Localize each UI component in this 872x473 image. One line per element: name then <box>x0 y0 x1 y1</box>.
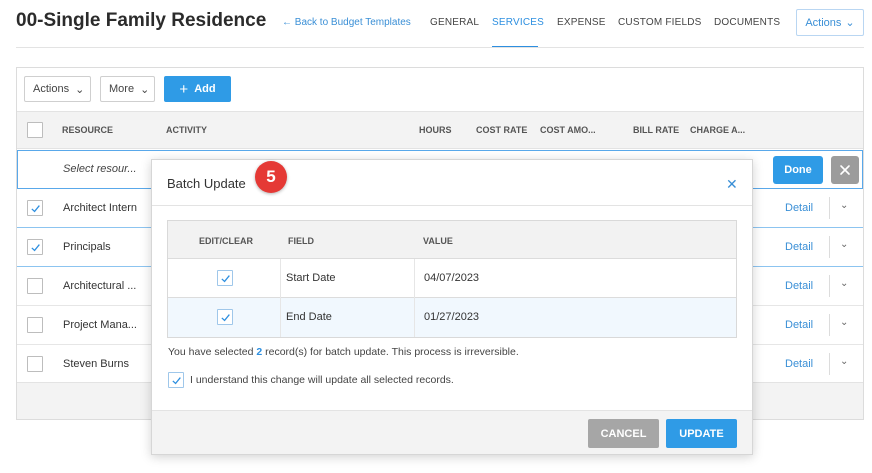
detail-link[interactable]: Detail <box>785 280 813 292</box>
tab-custom-fields[interactable]: CUSTOM FIELDS <box>618 17 702 28</box>
column-header-cost-amount[interactable]: COST AMO... <box>540 125 596 135</box>
cancel-edit-button[interactable] <box>831 156 859 184</box>
resource-name: Steven Burns <box>63 358 130 370</box>
acknowledge-label: I understand this change will update all… <box>190 374 454 386</box>
back-link-label: Back to Budget Templates <box>294 17 411 28</box>
add-button-label: Add <box>194 83 216 95</box>
row-checkbox[interactable] <box>27 278 43 294</box>
more-dropdown[interactable]: More ⌄ <box>100 76 155 102</box>
checkmark-icon <box>30 243 40 251</box>
column-header-activity[interactable]: ACTIVITY <box>166 125 207 135</box>
column-header-edit-clear: EDIT/CLEAR <box>199 236 253 246</box>
modal-title: Batch Update <box>167 176 246 191</box>
close-icon <box>840 165 850 175</box>
column-header-field: FIELD <box>288 236 314 246</box>
select-all-checkbox[interactable] <box>27 122 43 138</box>
resource-name: Project Mana... <box>63 319 137 331</box>
resource-select-input[interactable]: Select resour... <box>63 163 137 175</box>
column-divider <box>280 259 281 337</box>
tab-general[interactable]: GENERAL <box>430 17 479 28</box>
resource-name: Principals <box>63 241 111 253</box>
checkmark-icon <box>171 376 181 384</box>
tab-documents[interactable]: DOCUMENTS <box>714 17 780 28</box>
detail-link[interactable]: Detail <box>785 319 813 331</box>
row-action-divider <box>829 236 830 258</box>
modal-header-divider <box>152 205 752 206</box>
column-header-charge-amount[interactable]: CHARGE A... <box>690 125 745 135</box>
checkmark-icon <box>220 274 230 282</box>
field-name: Start Date <box>286 272 336 284</box>
field-name: End Date <box>286 311 332 323</box>
column-header-value: VALUE <box>423 236 453 246</box>
tab-services[interactable]: SERVICES <box>492 17 544 28</box>
row-checkbox[interactable] <box>27 356 43 372</box>
date-value-input[interactable]: 01/27/2023 <box>424 311 479 323</box>
back-to-budget-templates-link[interactable]: ← Back to Budget Templates <box>282 17 411 28</box>
tab-expense[interactable]: EXPENSE <box>557 17 606 28</box>
date-value-input[interactable]: 04/07/2023 <box>424 272 479 284</box>
step-badge: 5 <box>255 161 287 193</box>
checkmark-icon <box>30 204 40 212</box>
add-button[interactable]: + Add <box>164 76 231 102</box>
column-header-resource[interactable]: RESOURCE <box>62 125 113 135</box>
info-suffix: record(s) for batch update. This process… <box>262 346 519 358</box>
detail-link[interactable]: Detail <box>785 358 813 370</box>
detail-link[interactable]: Detail <box>785 241 813 253</box>
checkmark-icon <box>220 313 230 321</box>
header-actions-label: Actions <box>805 16 842 29</box>
batch-info-text: You have selected 2 record(s) for batch … <box>168 346 519 358</box>
chevron-down-icon[interactable]: ⌄ <box>840 200 848 211</box>
row-checkbox[interactable] <box>27 239 43 255</box>
chevron-down-icon: ⌄ <box>845 17 855 29</box>
row-action-divider <box>829 314 830 336</box>
row-checkbox[interactable] <box>27 200 43 216</box>
row-action-divider <box>829 197 830 219</box>
close-icon[interactable]: ✕ <box>726 176 738 193</box>
detail-link[interactable]: Detail <box>785 202 813 214</box>
update-button[interactable]: UPDATE <box>666 419 737 448</box>
actions-dropdown-label: Actions <box>33 83 70 95</box>
resource-name: Architectural ... <box>63 280 137 292</box>
chevron-down-icon[interactable]: ⌄ <box>840 239 848 250</box>
chevron-down-icon[interactable]: ⌄ <box>840 356 848 367</box>
chevron-down-icon[interactable]: ⌄ <box>840 317 848 328</box>
acknowledge-checkbox[interactable] <box>168 372 184 388</box>
page-title: 00-Single Family Residence <box>16 10 267 31</box>
row-action-divider <box>829 275 830 297</box>
header-divider <box>16 47 864 48</box>
chevron-down-icon[interactable]: ⌄ <box>840 278 848 289</box>
column-header-cost-rate[interactable]: COST RATE <box>476 125 527 135</box>
info-prefix: You have selected <box>168 346 257 358</box>
row-action-divider <box>829 353 830 375</box>
modal-footer <box>152 410 752 454</box>
column-header-bill-rate[interactable]: BILL RATE <box>633 125 679 135</box>
resource-name: Architect Intern <box>63 202 137 214</box>
header-actions-dropdown[interactable]: Actions ⌄ <box>796 9 864 36</box>
column-divider <box>414 259 415 337</box>
row-checkbox[interactable] <box>27 317 43 333</box>
chevron-down-icon: ⌄ <box>75 83 85 96</box>
more-dropdown-label: More <box>109 83 135 95</box>
edit-clear-checkbox[interactable] <box>217 309 233 325</box>
edit-clear-checkbox[interactable] <box>217 270 233 286</box>
plus-icon: + <box>179 80 189 98</box>
cancel-button[interactable]: CANCEL <box>588 419 659 448</box>
chevron-down-icon: ⌄ <box>140 83 150 96</box>
arrow-left-icon: ← <box>282 17 292 28</box>
column-header-hours[interactable]: HOURS <box>419 125 452 135</box>
actions-dropdown[interactable]: Actions ⌄ <box>24 76 91 102</box>
done-button[interactable]: Done <box>773 156 823 184</box>
